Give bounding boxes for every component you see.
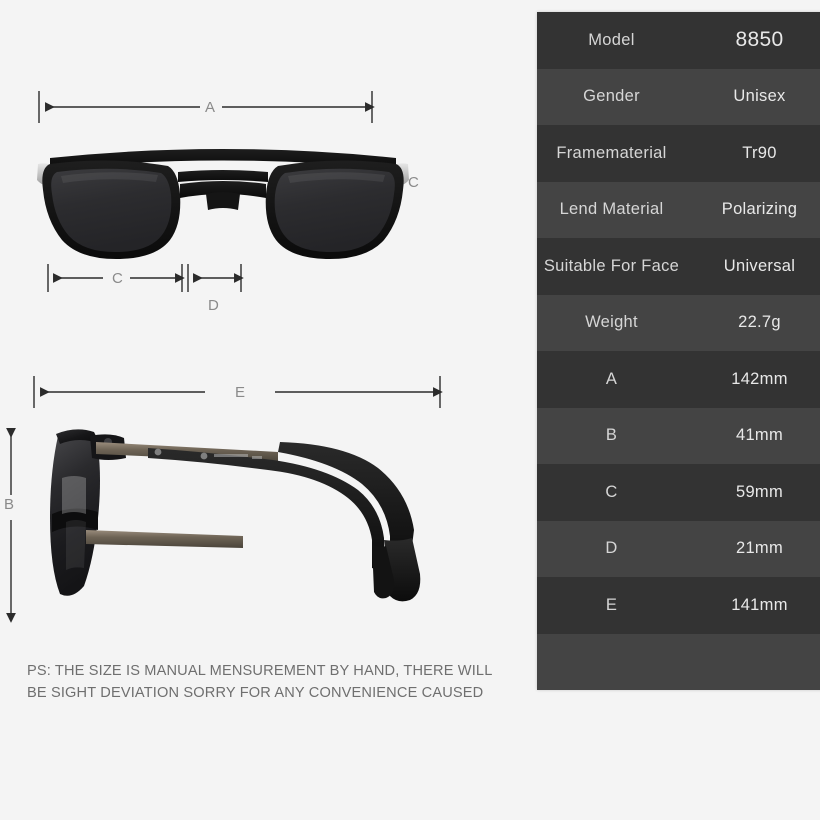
table-row: Model 8850 [537, 12, 820, 69]
table-row: D 21mm [537, 520, 820, 577]
dimension-d [187, 264, 244, 292]
spec-label: Gender [583, 87, 640, 106]
dimension-label-d: D [208, 297, 220, 314]
spec-value: Tr90 [742, 143, 777, 162]
spec-label: E [605, 595, 618, 614]
spec-value: Universal [723, 256, 796, 275]
disclaimer-line-1: PS: THE SIZE IS MANUAL MENSUREMENT BY HA… [27, 663, 493, 679]
spec-label: C [605, 482, 618, 501]
spec-value: 21mm [735, 539, 784, 558]
disclaimer-text: PS: THE SIZE IS MANUAL MENSUREMENT BY HA… [27, 660, 493, 704]
disclaimer-line-2: BE SIGHT DEVIATION SORRY FOR ANY CONVENI… [27, 685, 484, 701]
spec-value: 141mm [731, 595, 788, 614]
sunglasses-side-view-image [50, 429, 421, 602]
dimension-label-a: A [205, 99, 216, 116]
table-row: Gender Unisex [537, 68, 820, 125]
table-row: E 141mm [537, 577, 820, 634]
spec-label: Weight [585, 313, 638, 332]
spec-label: B [605, 426, 618, 445]
spec-label: D [605, 539, 618, 558]
spec-label: Lend Material [559, 200, 664, 219]
table-row: Weight 22.7g [537, 294, 820, 351]
spec-label: A [605, 369, 618, 388]
sunglasses-front-view-image [37, 149, 409, 260]
dimension-label-b: B [4, 496, 15, 513]
dimension-label-e: E [235, 384, 246, 401]
table-row: C 59mm [537, 464, 820, 521]
table-row: A 142mm [537, 351, 820, 408]
spec-value: Unisex [733, 87, 786, 106]
spec-value: 41mm [735, 426, 784, 445]
spec-value: 142mm [731, 369, 788, 388]
specification-table: Model 8850 Gender Unisex Framematerial T… [537, 12, 820, 690]
spec-label: Suitable For Face [543, 256, 680, 275]
spec-value: Polarizing [721, 200, 798, 219]
table-row: Lend Material Polarizing [537, 181, 820, 238]
table-row-empty [537, 633, 820, 690]
spec-label: Model [588, 30, 635, 49]
spec-label: Framematerial [556, 143, 667, 162]
dimension-label-c-bottom: C [112, 270, 124, 287]
product-spec-page: A C C D E B Model 8850 Gender Unisex Fra… [0, 0, 820, 820]
spec-value: 8850 [735, 28, 784, 52]
table-row: Suitable For Face Universal [537, 238, 820, 295]
table-row: Framematerial Tr90 [537, 125, 820, 182]
spec-value: 59mm [735, 482, 784, 501]
table-row: B 41mm [537, 407, 820, 464]
spec-value: 22.7g [738, 313, 781, 332]
